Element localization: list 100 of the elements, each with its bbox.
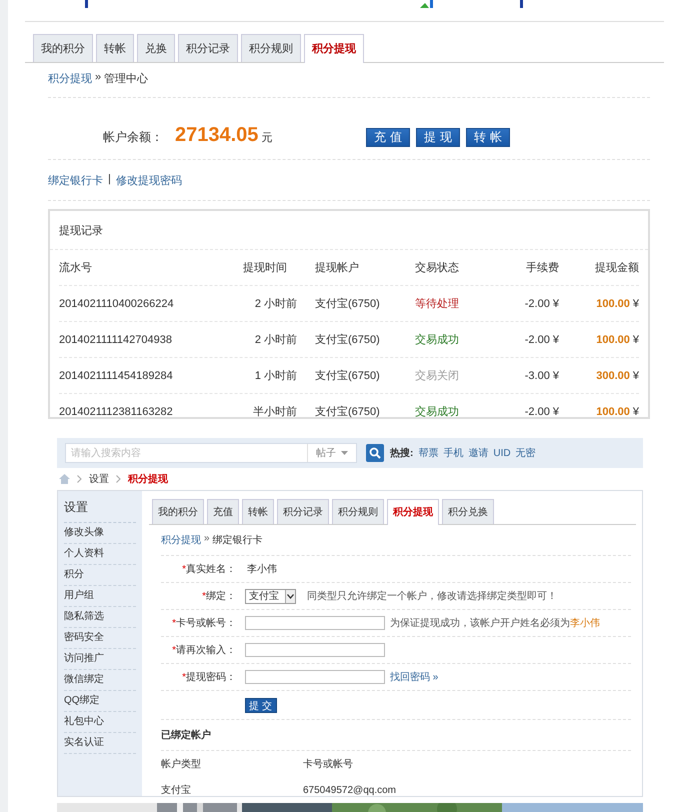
hot-search-link[interactable]: 邀请 — [468, 446, 488, 460]
hot-search-link[interactable]: 手机 — [443, 446, 464, 460]
currency-unit: 元 — [261, 131, 272, 145]
tab[interactable]: 我的积分 — [33, 34, 93, 62]
input-field[interactable] — [245, 643, 385, 657]
change-password-link[interactable]: 修改提现密码 — [116, 173, 182, 188]
sidebar-item[interactable]: 个人资料 — [64, 544, 136, 565]
tab[interactable]: 积分规则 — [332, 499, 384, 524]
sidebar-item[interactable]: 礼包中心 — [64, 712, 136, 733]
chevron-icon — [77, 475, 82, 483]
table-cell-text: -2.00 ¥ — [524, 334, 559, 346]
caret-icon — [287, 594, 294, 598]
hot-search-label: 热搜: — [390, 446, 414, 460]
search-scope-dropdown[interactable]: 帖子 — [307, 444, 356, 462]
balance-amount: 27134.05 — [175, 124, 258, 147]
tab[interactable]: 我的积分 — [152, 499, 204, 524]
table-cell-text: 1 小时前 — [254, 369, 298, 383]
caret-icon — [341, 451, 348, 455]
hot-search-link[interactable]: UID — [493, 448, 511, 458]
sidebar-item[interactable]: 实名认证 — [64, 733, 136, 754]
tab[interactable]: 积分提现 — [304, 34, 364, 63]
breadcrumb-current: 管理中心 — [104, 72, 148, 86]
tab[interactable]: 积分兑换 — [442, 499, 494, 524]
sidebar-item[interactable]: 访问推广 — [64, 649, 136, 670]
table-cell-text: -2.00 ¥ — [524, 406, 559, 418]
table-cell-text: -2.00 ¥ — [524, 298, 559, 310]
action-button[interactable]: 转帐 — [466, 128, 510, 147]
sidebar-item[interactable]: 隐私筛选 — [64, 607, 136, 628]
input-field[interactable] — [245, 670, 385, 684]
action-button[interactable]: 提现 — [416, 128, 460, 147]
breadcrumb-separator: » — [95, 71, 102, 85]
table-cell-text: 2014021110400266224 — [59, 298, 175, 310]
column-header: 帐户类型 — [161, 758, 202, 771]
column-header: 卡号或帐号 — [303, 758, 354, 771]
tab[interactable]: 充值 — [207, 499, 239, 524]
currency-sign: ¥ — [632, 370, 639, 382]
tab[interactable]: 转帐 — [96, 34, 134, 62]
table-cell-text: 2014021111142704938 — [59, 334, 173, 346]
hot-search-link[interactable]: 帮票 — [418, 446, 438, 460]
sidebar-item[interactable]: QQ绑定 — [64, 691, 136, 712]
breadcrumb-link[interactable]: 积分提现 — [161, 533, 201, 547]
table-cell-text: 2 小时前 — [254, 333, 298, 347]
status-text: 交易关闭 — [415, 368, 460, 383]
bind-card-link[interactable]: 绑定银行卡 — [48, 173, 103, 188]
breadcrumb-separator: » — [204, 533, 210, 546]
tab[interactable]: 兑换 — [137, 34, 175, 62]
table-cell-text: 支付宝 — [161, 784, 192, 797]
input-field[interactable] — [245, 616, 385, 630]
table-cell-text: 支付宝(6750) — [315, 404, 381, 419]
field-label: 卡号或帐号： — [176, 618, 236, 629]
amount-value: 100.00 — [596, 406, 630, 418]
field-label: 提现密码： — [186, 672, 236, 683]
table-cell-text: 半小时前 — [252, 405, 298, 419]
tab[interactable]: 积分规则 — [241, 34, 301, 62]
amount-value: 300.00 — [596, 370, 630, 382]
home-icon[interactable] — [59, 474, 70, 484]
required-mark: * — [202, 591, 206, 602]
tab[interactable]: 积分提现 — [387, 499, 439, 525]
tab[interactable]: 积分记录 — [277, 499, 329, 524]
balance-label: 帐户余额： — [103, 129, 163, 146]
field-value: 李小伟 — [247, 562, 277, 576]
field-label: 绑定： — [206, 591, 236, 602]
required-mark: * — [182, 672, 186, 683]
search-field[interactable]: 请输入搜索内容 帖子 — [65, 443, 357, 463]
search-icon — [369, 447, 381, 459]
action-button[interactable]: 充值 — [366, 128, 410, 147]
column-header: 提现帐户 — [315, 260, 360, 275]
sidebar-item[interactable]: 积分 — [64, 565, 136, 586]
field-hint: 为保证提现成功，该帐户开户姓名必须为 — [390, 618, 570, 629]
required-mark: * — [172, 618, 176, 629]
required-mark: * — [182, 564, 186, 575]
breadcrumb-link[interactable]: 积分提现 — [48, 71, 92, 86]
submit-button[interactable]: 提交 — [245, 698, 277, 712]
section-title: 已绑定帐户 — [161, 719, 631, 751]
account-type-dropdown[interactable]: 支付宝 — [245, 588, 296, 604]
amount-value: 100.00 — [596, 334, 630, 346]
tab[interactable]: 积分记录 — [178, 34, 238, 62]
table-cell-text: 支付宝(6750) — [315, 368, 381, 383]
table-cell-text: 2014021111454189284 — [59, 370, 174, 382]
breadcrumb-item[interactable]: 积分提现 — [128, 472, 168, 486]
field-label: 真实姓名： — [186, 564, 236, 575]
breadcrumb-item[interactable]: 设置 — [89, 472, 109, 486]
sidebar-item[interactable]: 密码安全 — [64, 628, 136, 649]
chevron-icon — [116, 475, 121, 483]
sidebar-item[interactable]: 微信绑定 — [64, 670, 136, 691]
sidebar-item[interactable]: 用户组 — [64, 586, 136, 607]
recover-password-link[interactable]: 找回密码 » — [390, 670, 438, 684]
search-button[interactable] — [366, 444, 384, 462]
tab[interactable]: 转帐 — [242, 499, 274, 524]
field-label: 请再次输入： — [176, 645, 236, 656]
sidebar-item[interactable]: 修改头像 — [64, 523, 136, 544]
column-header: 手续费 — [525, 261, 559, 275]
currency-sign: ¥ — [632, 298, 639, 310]
status-text: 等待处理 — [415, 297, 460, 311]
link-separator: | — [108, 173, 111, 187]
column-header: 提现金额 — [594, 260, 639, 275]
table-cell-text: 2 小时前 — [254, 297, 298, 311]
hot-search-link[interactable]: 无密 — [516, 446, 536, 460]
breadcrumb-current: 绑定银行卡 — [212, 534, 263, 547]
table-cell-text: 支付宝(6750) — [315, 332, 381, 347]
